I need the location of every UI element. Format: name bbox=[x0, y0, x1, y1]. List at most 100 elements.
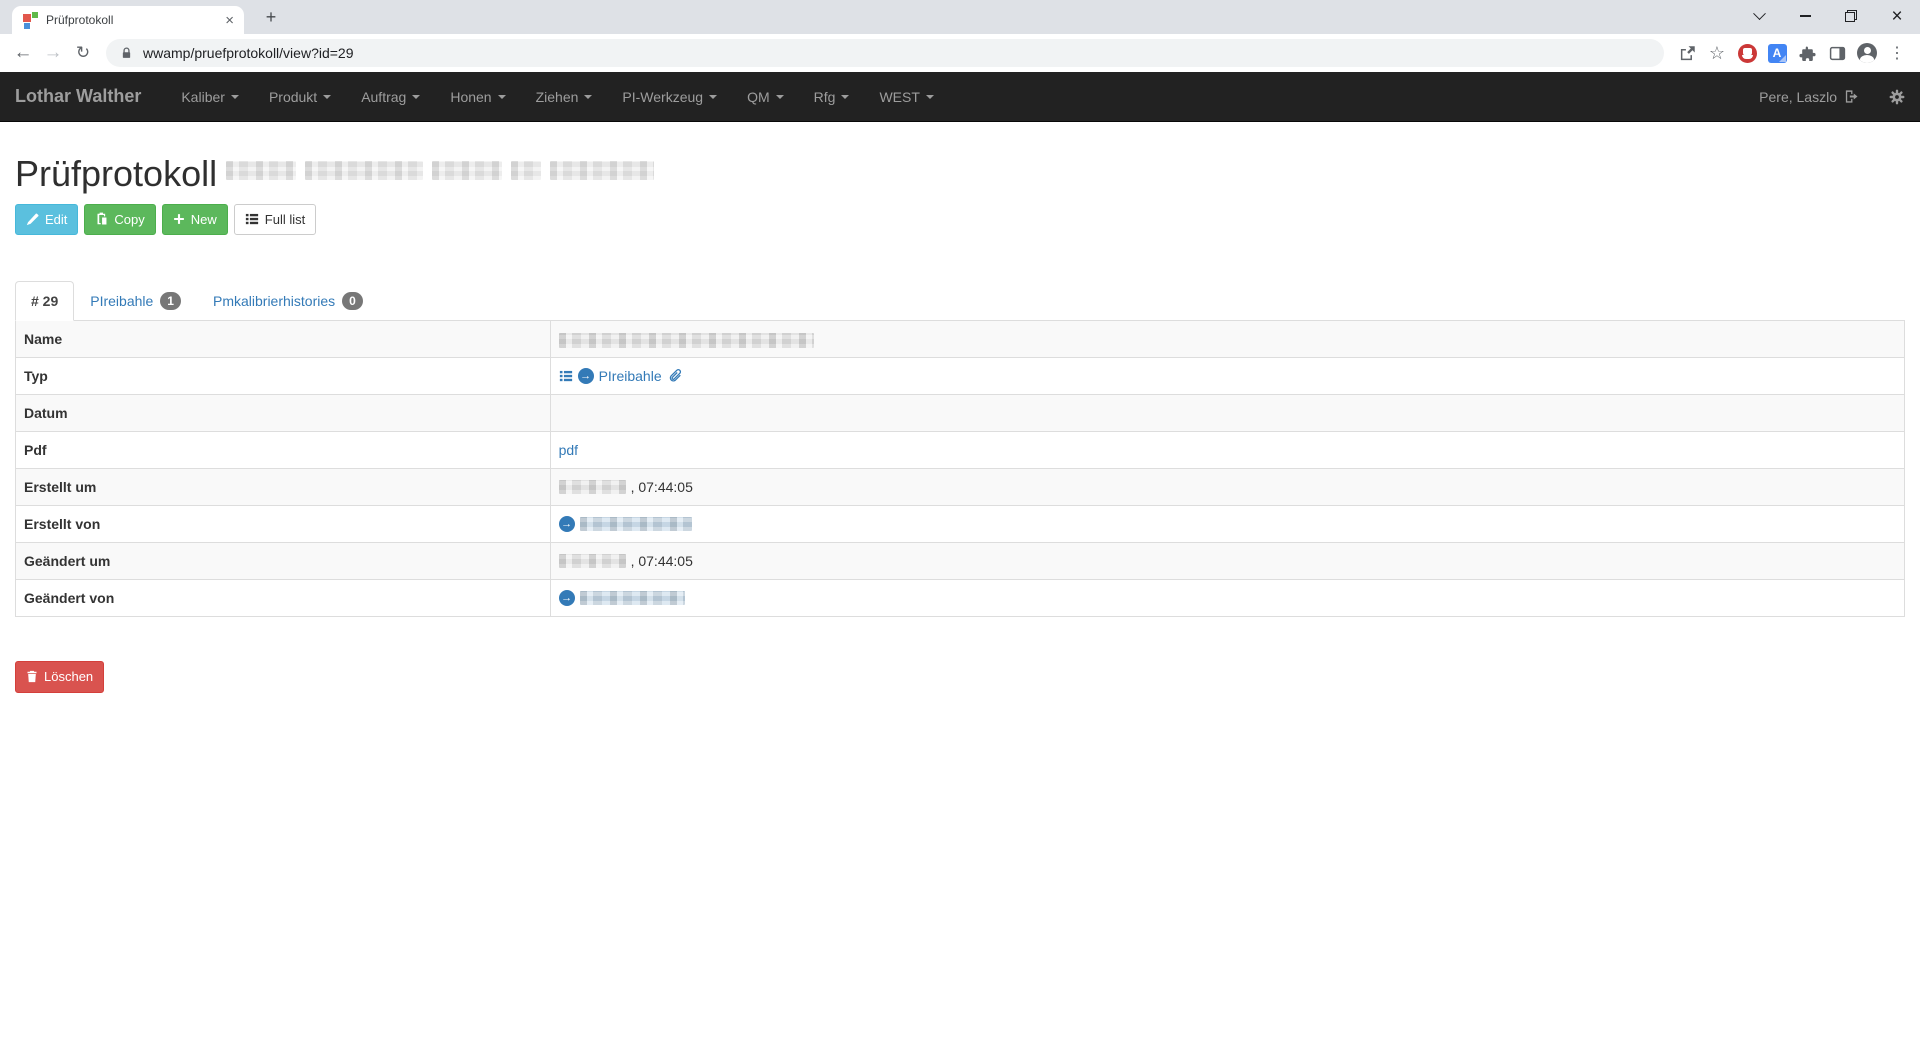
trash-icon bbox=[26, 670, 38, 683]
nav-item-kaliber[interactable]: Kaliber bbox=[166, 74, 254, 120]
back-icon[interactable] bbox=[8, 38, 38, 68]
reload-icon[interactable] bbox=[68, 38, 98, 68]
tab-pmkalibrierhistories-count-badge: 0 bbox=[342, 292, 363, 311]
logout-icon bbox=[1844, 89, 1859, 104]
nav-item-qm[interactable]: QM bbox=[732, 74, 799, 120]
chevron-down-icon bbox=[841, 95, 850, 99]
table-row-geaendert-um: Geändert um , 07:44:05 bbox=[15, 542, 1906, 581]
copy-button[interactable]: Copy bbox=[84, 203, 156, 236]
tab-pmkalibrierhistories[interactable]: Pmkalibrierhistories 0 bbox=[197, 281, 379, 321]
nav-item-pi-werkzeug[interactable]: PI-Werkzeug bbox=[607, 74, 732, 120]
row-label: Geändert um bbox=[15, 542, 551, 581]
side-panel-icon[interactable] bbox=[1822, 38, 1852, 68]
lock-icon bbox=[120, 46, 133, 60]
table-row-erstellt-um: Erstellt um , 07:44:05 bbox=[15, 468, 1906, 507]
settings-gear-icon[interactable] bbox=[1889, 89, 1905, 105]
bookmark-star-icon[interactable] bbox=[1702, 38, 1732, 68]
browser-menu-icon[interactable] bbox=[1882, 38, 1912, 68]
row-label: Name bbox=[15, 320, 551, 359]
list-icon[interactable] bbox=[559, 369, 573, 383]
redacted-created-date bbox=[558, 480, 626, 495]
window-overflow-chevron-icon[interactable] bbox=[1736, 0, 1782, 32]
adblock-extension-icon[interactable] bbox=[1732, 38, 1762, 68]
profile-avatar[interactable] bbox=[1852, 38, 1882, 68]
redacted-name-value bbox=[558, 332, 814, 348]
forward-icon[interactable] bbox=[38, 38, 68, 68]
nav-item-auftrag[interactable]: Auftrag bbox=[346, 74, 435, 120]
paste-icon bbox=[95, 212, 108, 226]
table-row-typ: Typ PIreibahle bbox=[15, 357, 1906, 396]
tab-close-icon[interactable] bbox=[225, 13, 234, 28]
browser-tab[interactable]: Prüfprotokoll bbox=[12, 6, 244, 34]
tab-title: Prüfprotokoll bbox=[46, 13, 114, 27]
delete-button[interactable]: Löschen bbox=[15, 661, 105, 693]
share-icon[interactable] bbox=[1672, 38, 1702, 68]
url-text: wwamp/pruefprotokoll/view?id=29 bbox=[143, 45, 354, 61]
nav-item-honen[interactable]: Honen bbox=[435, 74, 520, 120]
tab-pireibahle[interactable]: PIreibahle 1 bbox=[74, 281, 197, 321]
redacted-subtitle bbox=[226, 148, 655, 188]
nav-item-produkt[interactable]: Produkt bbox=[254, 74, 346, 120]
action-toolbar: Edit Copy New Full list bbox=[15, 203, 1905, 236]
window-close-button[interactable] bbox=[1874, 0, 1920, 32]
chevron-down-icon bbox=[412, 95, 421, 99]
new-button[interactable]: New bbox=[161, 203, 228, 236]
table-row-pdf: Pdf pdf bbox=[15, 431, 1906, 470]
redacted-created-by-link[interactable] bbox=[579, 517, 692, 532]
edit-button[interactable]: Edit bbox=[15, 203, 79, 236]
list-icon bbox=[245, 212, 259, 226]
typ-link[interactable]: PIreibahle bbox=[599, 366, 662, 386]
row-label: Typ bbox=[15, 357, 551, 396]
extensions-puzzle-icon[interactable] bbox=[1792, 38, 1822, 68]
redacted-modified-by-link[interactable] bbox=[579, 591, 685, 606]
chevron-down-icon bbox=[709, 95, 718, 99]
site-favicon bbox=[22, 12, 38, 29]
tab-record-id[interactable]: # 29 bbox=[15, 281, 75, 322]
chevron-down-icon bbox=[925, 95, 934, 99]
detail-view-table: Name Typ PIreibahle bbox=[15, 320, 1906, 618]
browser-tab-strip: Prüfprotokoll bbox=[0, 0, 1920, 34]
paperclip-icon[interactable] bbox=[667, 368, 683, 384]
chevron-down-icon bbox=[775, 95, 784, 99]
nav-item-ziehen[interactable]: Ziehen bbox=[521, 74, 608, 120]
row-label: Geändert von bbox=[15, 579, 551, 618]
window-controls bbox=[1736, 0, 1920, 32]
brand-logo[interactable]: Lothar Walther bbox=[15, 86, 166, 107]
row-label: Erstellt von bbox=[15, 505, 551, 544]
chevron-down-icon bbox=[230, 95, 239, 99]
pencil-icon bbox=[26, 213, 39, 226]
plus-icon bbox=[173, 213, 185, 225]
arrow-circle-right-icon[interactable] bbox=[577, 368, 594, 385]
page-title: Prüfprotokoll bbox=[15, 148, 1905, 194]
app-navbar: Lothar Walther Kaliber Produkt Auftrag H… bbox=[0, 72, 1920, 122]
table-row-datum: Datum bbox=[15, 394, 1906, 433]
table-row-geaendert-von: Geändert von bbox=[15, 579, 1906, 618]
datum-value-empty bbox=[549, 394, 1906, 433]
arrow-circle-right-icon[interactable] bbox=[558, 590, 575, 607]
modified-time: , 07:44:05 bbox=[630, 553, 693, 570]
row-label: Erstellt um bbox=[15, 468, 551, 507]
user-logout-link[interactable]: Pere, Laszlo bbox=[1759, 89, 1859, 105]
address-bar[interactable]: wwamp/pruefprotokoll/view?id=29 bbox=[106, 39, 1664, 67]
pdf-link[interactable]: pdf bbox=[559, 442, 578, 458]
window-restore-button[interactable] bbox=[1828, 0, 1874, 32]
new-tab-button[interactable] bbox=[258, 7, 284, 29]
row-label: Pdf bbox=[15, 431, 551, 470]
table-row-name: Name bbox=[15, 320, 1906, 359]
chevron-down-icon bbox=[323, 95, 332, 99]
full-list-button[interactable]: Full list bbox=[233, 203, 317, 236]
nav-item-rfg[interactable]: Rfg bbox=[799, 74, 865, 120]
chevron-down-icon bbox=[497, 95, 506, 99]
row-label: Datum bbox=[15, 394, 551, 433]
user-name: Pere, Laszlo bbox=[1759, 88, 1837, 105]
translate-icon[interactable]: A bbox=[1762, 38, 1792, 68]
created-time: , 07:44:05 bbox=[630, 479, 693, 496]
tab-pireibahle-count-badge: 1 bbox=[160, 292, 181, 311]
detail-tabs: # 29 PIreibahle 1 Pmkalibrierhistories 0 bbox=[15, 281, 1905, 322]
chevron-down-icon bbox=[584, 95, 593, 99]
arrow-circle-right-icon[interactable] bbox=[558, 516, 575, 533]
redacted-modified-date bbox=[558, 554, 626, 569]
table-row-erstellt-von: Erstellt von bbox=[15, 505, 1906, 544]
window-minimize-button[interactable] bbox=[1782, 0, 1828, 32]
nav-item-west[interactable]: WEST bbox=[864, 74, 948, 120]
